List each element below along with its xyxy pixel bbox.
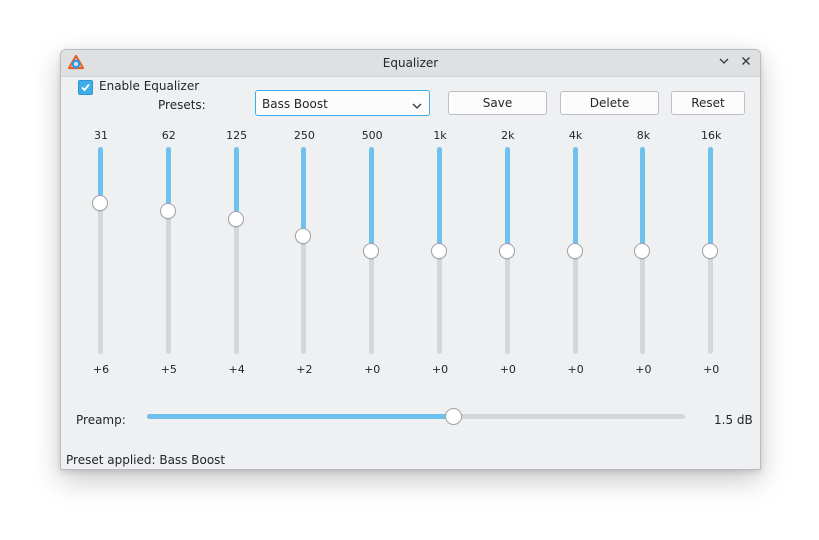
band-500: 500 +0 [352,77,392,377]
band-slider-handle[interactable] [159,203,176,220]
band-gain-value: +6 [92,363,110,376]
status-message: Preset applied: Bass Boost [66,453,226,467]
band-slider-fill [572,147,578,251]
band-16k: 16k +0 [691,77,731,377]
band-125: 125 +4 [217,77,257,377]
band-slider-handle[interactable] [702,242,719,259]
band-frequency-label: 250 [293,129,315,142]
band-gain-value: +2 [296,363,313,376]
band-slider-fill [369,147,375,251]
band-slider-handle[interactable] [295,228,312,244]
band-250: 250 +2 [284,77,324,377]
band-slider-125[interactable] [233,147,239,354]
preamp-slider[interactable] [147,408,685,425]
band-frequency-label: 1k [433,129,447,142]
band-frequency-label: 125 [226,129,248,142]
band-frequency-label: 8k [636,129,651,142]
preamp-slider-fill [147,414,454,419]
chevron-down-icon [719,58,729,64]
band-slider-fill [301,147,307,236]
presets-dropdown[interactable]: Bass Boost [255,90,430,116]
equalizer-content: Enable Equalizer Presets: Bass Boost Sav… [61,77,760,469]
close-icon [742,57,750,65]
minimize-button[interactable] [716,55,732,71]
band-gain-value: +0 [499,363,516,376]
band-slider-fill [437,147,442,251]
band-slider-handle[interactable] [227,211,244,228]
band-slider-handle[interactable] [634,242,651,259]
band-slider-handle[interactable] [431,242,447,259]
band-gain-value: +0 [364,363,381,376]
band-slider-handle[interactable] [363,242,380,259]
band-slider-250[interactable] [301,147,307,354]
band-gain-value: +0 [703,363,720,376]
band-slider-fill [640,147,646,251]
band-62: 62 +5 [149,77,189,377]
band-31: 31 +6 [81,77,121,377]
band-slider-31[interactable] [98,147,103,354]
band-slider-fill [504,147,510,251]
band-slider-fill [708,147,714,251]
band-frequency-label: 4k [568,129,583,142]
preamp-value: 1.5 dB [714,413,753,427]
preamp-slider-handle[interactable] [445,408,463,425]
band-slider-62[interactable] [165,147,171,354]
preamp-label: Preamp: [76,413,126,427]
band-frequency-label: 16k [701,129,722,142]
title-bar[interactable]: Equalizer [61,50,760,77]
band-8k: 8k +0 [623,77,663,377]
band-gain-value: +4 [228,363,245,376]
window-title: Equalizer [382,56,439,70]
band-slider-handle[interactable] [566,242,583,259]
band-2k: 2k +0 [488,77,528,377]
band-slider-fill [233,147,239,220]
band-1k: 1k +0 [420,77,460,377]
equalizer-window: Equalizer Enable Equalizer Presets: Bass… [60,49,761,470]
band-frequency-label: 500 [361,129,383,142]
band-slider-handle[interactable] [92,194,108,211]
band-4k: 4k +0 [556,77,596,377]
band-gain-value: +0 [635,363,652,376]
band-gain-value: +0 [431,363,449,376]
close-button[interactable] [738,55,754,71]
band-slider-fill [165,147,171,212]
band-frequency-label: 31 [94,129,108,142]
band-frequency-label: 62 [161,129,176,142]
band-gain-value: +5 [160,363,177,376]
band-gain-value: +0 [567,363,584,376]
band-slider-handle[interactable] [498,242,515,259]
band-frequency-label: 2k [501,129,515,142]
